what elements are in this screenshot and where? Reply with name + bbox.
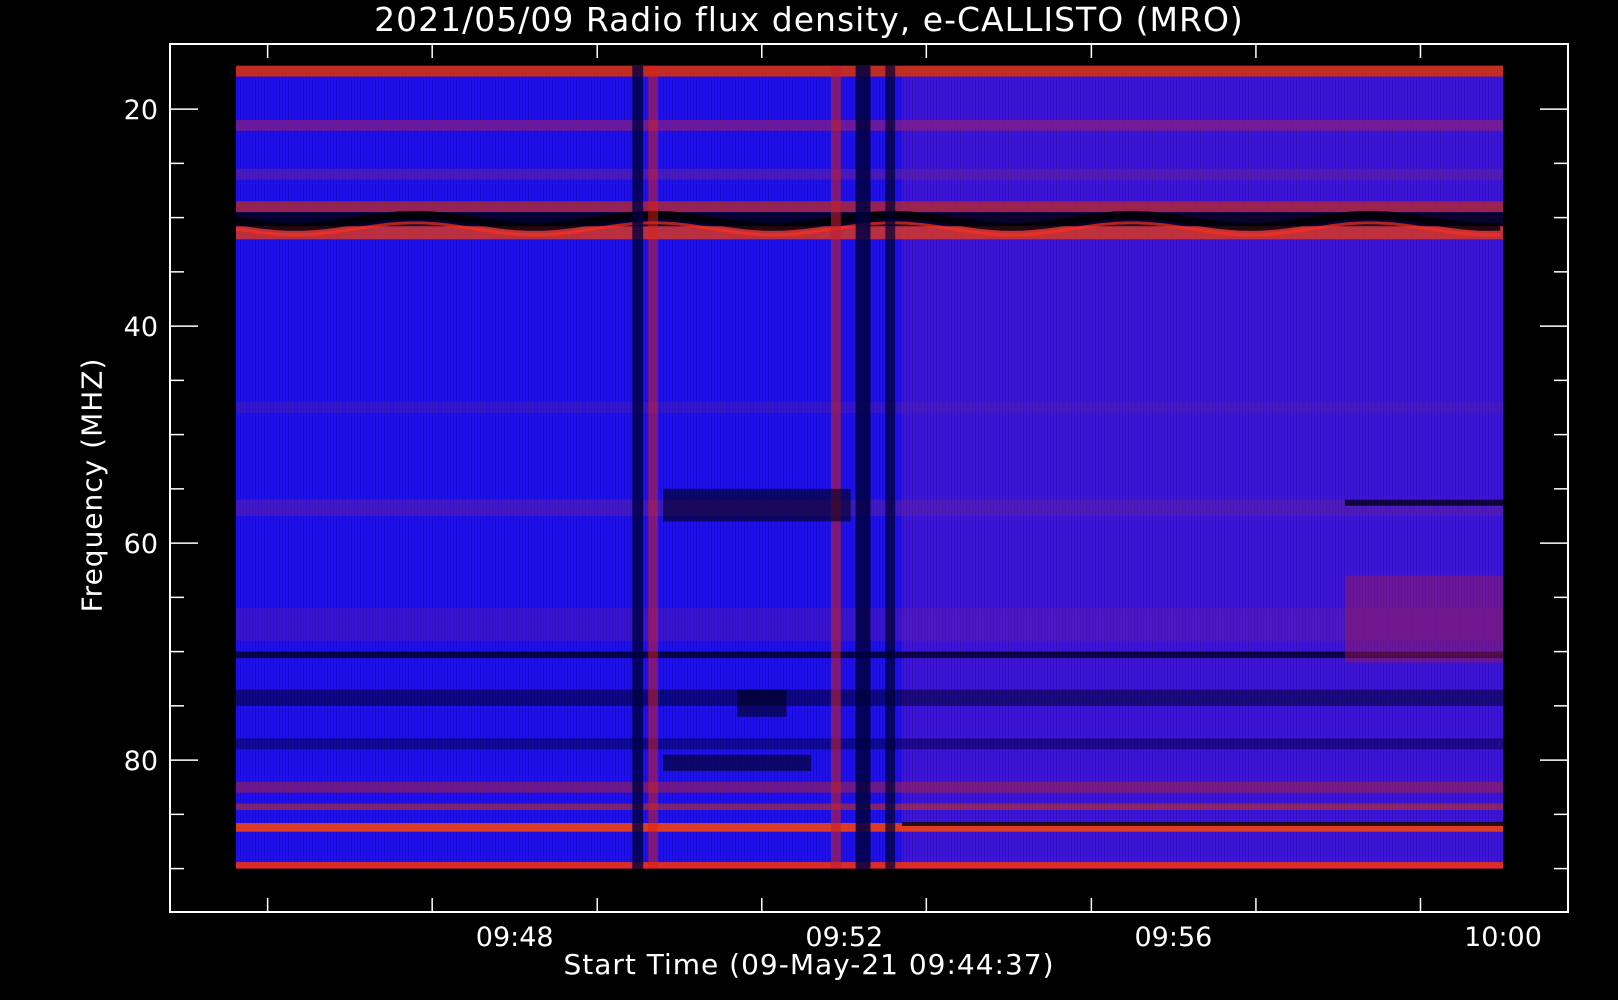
vertical-feature — [885, 65, 896, 869]
y-tick-label: 80 — [124, 746, 158, 777]
y-tick-label: 60 — [124, 529, 158, 560]
dark-feature — [662, 754, 812, 771]
x-tick-label: 10:00 — [1464, 922, 1542, 953]
dark-feature — [737, 689, 787, 717]
x-tick-label: 09:48 — [476, 922, 554, 953]
y-tick-label: 20 — [124, 95, 158, 126]
vertical-feature — [648, 65, 659, 869]
emission-patch — [1345, 575, 1503, 663]
vertical-feature — [632, 65, 644, 869]
vertical-feature — [830, 65, 841, 869]
emission-band — [1345, 499, 1503, 506]
x-tick-label: 09:56 — [1134, 922, 1212, 953]
dark-feature — [662, 488, 851, 522]
vertical-feature — [855, 65, 871, 869]
plot-svg: 09:48 09:52 09:56 10:00 20 40 60 80 — [124, 43, 1569, 953]
y-tick-label: 40 — [124, 312, 158, 343]
emission-band — [902, 821, 1503, 826]
spectrogram-image — [235, 65, 1503, 869]
x-tick-label: 09:52 — [805, 922, 883, 953]
spectrogram-chart: 2021/05/09 Radio flux density, e-CALLIST… — [0, 0, 1618, 1000]
